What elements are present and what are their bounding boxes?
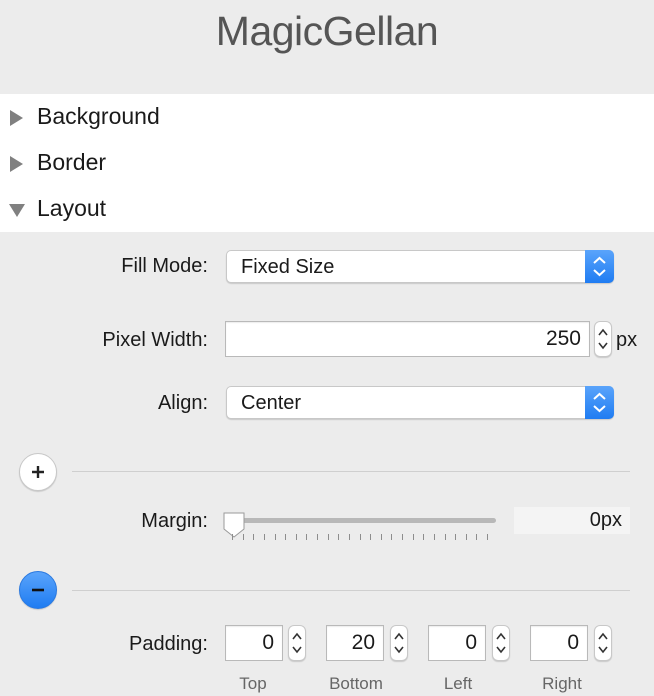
- slider-tick: [232, 534, 233, 540]
- slider-tick: [423, 534, 425, 540]
- padding-bottom-input[interactable]: 20: [326, 625, 384, 661]
- margin-slider-track[interactable]: [226, 518, 496, 523]
- disclosure-right-icon[interactable]: [10, 110, 23, 126]
- padding-top-input[interactable]: 0: [225, 625, 283, 661]
- margin-label: Margin:: [141, 510, 208, 532]
- slider-tick: [391, 534, 393, 540]
- slider-tick: [412, 534, 414, 540]
- section-layout[interactable]: Layout: [0, 186, 654, 232]
- pixel-width-value: 250: [545, 327, 581, 350]
- slider-tick: [380, 534, 382, 540]
- padding-right-input[interactable]: 0: [530, 625, 588, 661]
- remove-padding-button[interactable]: [19, 571, 57, 609]
- padding-label: Padding:: [129, 633, 208, 655]
- slider-tick: [359, 534, 361, 540]
- slider-tick: [455, 534, 457, 540]
- slider-tick: [487, 534, 488, 540]
- padding-bottom-caption: Bottom: [329, 674, 383, 693]
- pixel-width-unit: px: [616, 329, 638, 351]
- slider-tick: [444, 534, 446, 540]
- section-background[interactable]: Background: [0, 94, 654, 140]
- divider: [72, 471, 630, 472]
- padding-left-stepper[interactable]: [492, 625, 510, 661]
- margin-value: 0px: [589, 509, 622, 531]
- padding-right-stepper[interactable]: [594, 625, 612, 661]
- select-arrows-icon: [585, 250, 614, 283]
- slider-tick: [253, 534, 255, 540]
- stepper-arrows-icon: [598, 632, 608, 654]
- slider-tick: [465, 534, 467, 540]
- slider-tick: [476, 534, 478, 540]
- slider-tick: [370, 534, 372, 540]
- slider-tick: [263, 534, 265, 540]
- app-title: MagicGellan: [215, 8, 439, 54]
- section-border[interactable]: Border: [0, 140, 654, 186]
- stepper-arrows-icon: [598, 328, 608, 350]
- padding-top-caption: Top: [239, 674, 267, 693]
- slider-tick: [348, 534, 350, 540]
- margin-value-field: 0px: [514, 507, 630, 534]
- select-arrows-icon: [585, 386, 614, 419]
- align-label: Align:: [157, 392, 208, 414]
- section-label: Layout: [37, 195, 107, 221]
- section-label: Background: [37, 103, 160, 129]
- slider-tick: [327, 534, 329, 540]
- padding-right-caption: Right: [542, 674, 582, 693]
- minus-icon: [32, 588, 44, 592]
- slider-tick: [306, 534, 308, 540]
- stepper-arrows-icon: [496, 632, 506, 654]
- padding-bottom-value: 20: [351, 631, 375, 654]
- padding-left-caption: Left: [443, 674, 473, 693]
- slider-tick: [274, 534, 276, 540]
- fill-mode-label: Fill Mode:: [121, 255, 208, 277]
- divider: [72, 590, 630, 591]
- slider-tick: [433, 534, 435, 540]
- sections-list: Background Border Layout: [0, 94, 654, 232]
- slider-tick: [295, 534, 297, 540]
- margin-slider-ticks: [232, 534, 492, 542]
- slider-tick: [242, 534, 244, 540]
- fill-mode-select[interactable]: Fixed Size: [226, 250, 614, 283]
- align-select[interactable]: Center: [226, 386, 614, 419]
- padding-bottom-stepper[interactable]: [390, 625, 408, 661]
- pixel-width-stepper[interactable]: [594, 321, 612, 357]
- padding-left-value: 0: [465, 631, 477, 654]
- slider-tick: [338, 534, 340, 540]
- disclosure-down-icon[interactable]: [9, 204, 25, 217]
- disclosure-right-icon[interactable]: [10, 156, 23, 172]
- padding-top-stepper[interactable]: [288, 625, 306, 661]
- stepper-arrows-icon: [292, 632, 302, 654]
- slider-tick: [285, 534, 287, 540]
- stepper-arrows-icon: [394, 632, 404, 654]
- slider-tick: [317, 534, 318, 540]
- align-value: Center: [241, 392, 302, 414]
- padding-right-value: 0: [567, 631, 579, 654]
- padding-top-value: 0: [262, 631, 274, 654]
- slider-tick: [402, 534, 403, 540]
- add-margin-button[interactable]: [19, 453, 57, 491]
- fill-mode-value: Fixed Size: [241, 256, 335, 278]
- pixel-width-input[interactable]: 250: [225, 321, 590, 357]
- padding-left-input[interactable]: 0: [428, 625, 486, 661]
- plus-icon: [32, 466, 44, 478]
- section-label: Border: [37, 149, 107, 175]
- pixel-width-label: Pixel Width:: [102, 329, 208, 351]
